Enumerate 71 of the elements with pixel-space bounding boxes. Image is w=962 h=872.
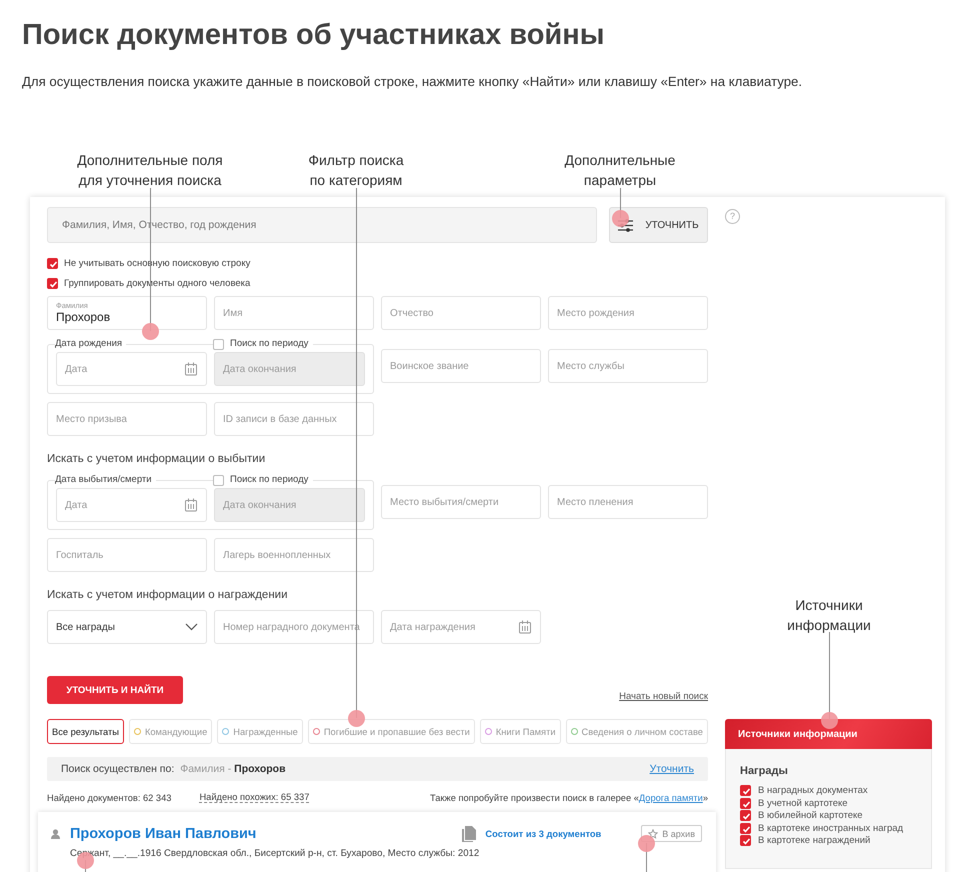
checkbox-label: В учетной картотеке (758, 798, 848, 809)
calendar-icon (184, 498, 198, 512)
archive-button[interactable]: В архив (641, 825, 702, 842)
category-tab[interactable]: Все результаты (47, 719, 124, 744)
checkbox-label: Поиск по периоду (230, 337, 308, 351)
checkbox-label: В картотеке иностранных наград (758, 822, 904, 834)
category-tab[interactable]: Погибшие и пропавшие без вести (308, 719, 475, 744)
section-heading: Искать с учетом информации о выбытии (47, 453, 266, 465)
text-field[interactable]: Лагерь военнопленных (214, 538, 374, 572)
new-search-link[interactable]: Начать новый поиск (619, 691, 708, 702)
callout-label: Дополнительные параметры (564, 151, 676, 190)
star-icon (648, 828, 658, 838)
checkbox[interactable] (47, 278, 58, 289)
category-tab[interactable]: Командующие (128, 719, 212, 744)
query-label: Поиск осуществлен по: (61, 763, 174, 775)
checkbox[interactable] (47, 258, 58, 269)
section-heading: Искать с учетом информации о награждении (47, 589, 288, 601)
gallery-link[interactable]: Дорога памяти (638, 792, 703, 802)
category-tab[interactable]: Награжденные (217, 719, 303, 744)
category-tab[interactable]: Книги Памяти (480, 719, 561, 744)
page-title: Поиск документов об участниках войны (22, 18, 605, 53)
sources-header: Источники информации (725, 719, 932, 749)
submit-button[interactable]: УТОЧНИТЬ И НАЙТИ (47, 676, 183, 704)
documents-icon (462, 826, 476, 842)
callout-label: Дополнительные поля для уточнения поиска (76, 151, 224, 190)
checkbox[interactable] (740, 835, 751, 846)
text-field[interactable]: Воинское звание (381, 349, 541, 383)
date-field[interactable]: Дата награждения (381, 610, 541, 644)
checkbox[interactable] (740, 810, 751, 821)
checkbox[interactable] (740, 798, 751, 808)
gallery-hint: Также попробуйте произвести поиск в галерее «Дорога памяти» (430, 792, 708, 802)
query-criterion: Фамилия - Прохоров (180, 763, 286, 775)
intro-text: Для осуществления поиска укажите данные в поисковой строке, нажмите кнопку «Найти» или клавишу «Enter» на клавиатуре. (22, 74, 802, 89)
calendar-icon (518, 620, 532, 634)
documents-link[interactable]: Состоит из 3 документов (485, 828, 602, 838)
text-field[interactable]: Госпиталь (47, 538, 207, 572)
text-field[interactable]: Отчество (381, 296, 541, 330)
date-field[interactable]: Дата (56, 488, 207, 522)
callout-label: Источники информации (786, 596, 872, 635)
person-details: Сержант, __.__.1916 Свердловская обл., Бисертский р-н, ст. Бухарово, Место службы: 2012 (70, 848, 480, 859)
text-field[interactable]: Место рождения (548, 296, 708, 330)
text-field[interactable]: ID записи в базе данных (214, 402, 374, 436)
text-field[interactable]: Место пленения (548, 485, 708, 519)
awards-dropdown[interactable]: Все награды (47, 610, 207, 644)
checkbox-label: В юбилейной картотеке (758, 810, 863, 822)
checkbox-label: В наградных документах (758, 785, 868, 796)
text-field[interactable]: Место призыва (47, 402, 207, 436)
group-legend: Дата рождения (55, 337, 126, 351)
category-tab[interactable]: Сведения о личном составе (566, 719, 708, 744)
refine-link[interactable]: Уточнить (650, 763, 694, 775)
person-icon (51, 828, 60, 838)
checkbox-label: Поиск по периоду (230, 473, 308, 487)
group-heading: Награды (740, 765, 789, 777)
chevron-down-icon (185, 623, 198, 631)
checkbox-label: В картотеке награждений (758, 835, 870, 846)
help-icon[interactable]: ? (725, 209, 740, 224)
similar-count-link[interactable]: Найдено похожих: 65 337 (199, 792, 310, 803)
group-legend: Дата выбытия/смерти (55, 473, 156, 487)
checkbox[interactable] (740, 785, 751, 796)
text-field[interactable]: Место службы (548, 349, 708, 383)
date-field[interactable]: Дата (56, 352, 207, 386)
text-field[interactable]: Место выбытия/смерти (381, 485, 541, 519)
calendar-icon (184, 362, 198, 376)
checkbox[interactable] (213, 338, 224, 350)
checkbox[interactable] (740, 822, 751, 834)
text-field[interactable]: Имя (214, 296, 374, 330)
checkbox[interactable] (213, 474, 224, 486)
refine-button[interactable]: УТОЧНИТЬ (609, 207, 708, 243)
person-name-link[interactable]: Прохоров Иван Павлович (70, 826, 256, 842)
documents-count: Найдено документов: 62 343 (47, 792, 172, 802)
callout-label: Фильтр поиска по категориям (307, 151, 405, 190)
